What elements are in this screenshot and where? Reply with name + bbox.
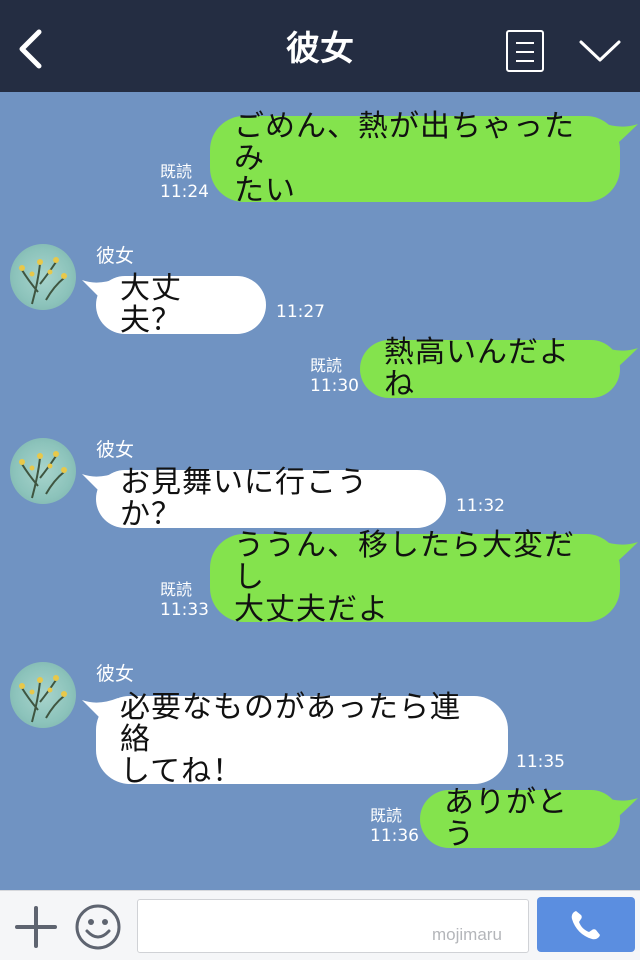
their-message-bubble[interactable]: 大丈夫？ <box>96 273 266 337</box>
my-message-bubble[interactable]: ごめん、熱が出ちゃったみ たい <box>210 111 620 207</box>
flower-avatar-image <box>19 675 67 723</box>
call-button[interactable] <box>537 897 635 952</box>
read-receipt: 既読 11:30 <box>310 356 359 396</box>
menu-list-icon <box>516 42 534 44</box>
menu-button[interactable] <box>506 30 544 72</box>
their-message-bubble[interactable]: お見舞いに行こうか？ <box>96 467 446 531</box>
my-message-bubble[interactable]: ありがとう <box>420 787 620 851</box>
avatar[interactable] <box>10 244 76 310</box>
read-receipt: 既読 11:36 <box>370 806 419 846</box>
sender-name: 彼女 <box>96 663 135 685</box>
chat-header: 彼女 <box>0 0 640 92</box>
emoji-button[interactable] <box>74 903 122 951</box>
read-receipt: 既読 11:33 <box>160 580 209 620</box>
avatar[interactable] <box>10 662 76 728</box>
plus-icon <box>15 906 57 948</box>
collapse-button[interactable] <box>578 36 622 66</box>
message-time: 11:35 <box>516 752 565 772</box>
my-message-bubble[interactable]: ううん、移したら大変だし 大丈夫だよ <box>210 530 620 626</box>
chevron-down-icon <box>579 40 621 62</box>
sender-name: 彼女 <box>96 439 135 461</box>
watermark-text: mojimaru <box>432 925 502 944</box>
chat-area[interactable]: 既読 11:24 ごめん、熱が出ちゃったみ たい 彼女 大丈夫？ 11:27 既… <box>0 92 640 890</box>
my-message-bubble[interactable]: 熱高いんだよね <box>360 337 620 401</box>
their-message-bubble[interactable]: 必要なものがあったら連絡 してね！ <box>96 692 508 788</box>
avatar[interactable] <box>10 438 76 504</box>
flower-avatar-image <box>19 451 67 499</box>
input-bar: mojimaru <box>0 890 640 960</box>
message-time: 11:27 <box>276 302 325 322</box>
add-attachment-button[interactable] <box>14 905 58 949</box>
message-time: 11:32 <box>456 496 505 516</box>
flower-avatar-image <box>19 257 67 305</box>
chat-title: 彼女 <box>286 29 354 69</box>
read-receipt: 既読 11:24 <box>160 162 209 202</box>
menu-list-icon-line <box>516 51 534 53</box>
sender-name: 彼女 <box>96 245 135 267</box>
menu-list-icon-line <box>516 60 534 62</box>
smiley-icon <box>75 904 121 950</box>
phone-icon <box>571 910 600 939</box>
